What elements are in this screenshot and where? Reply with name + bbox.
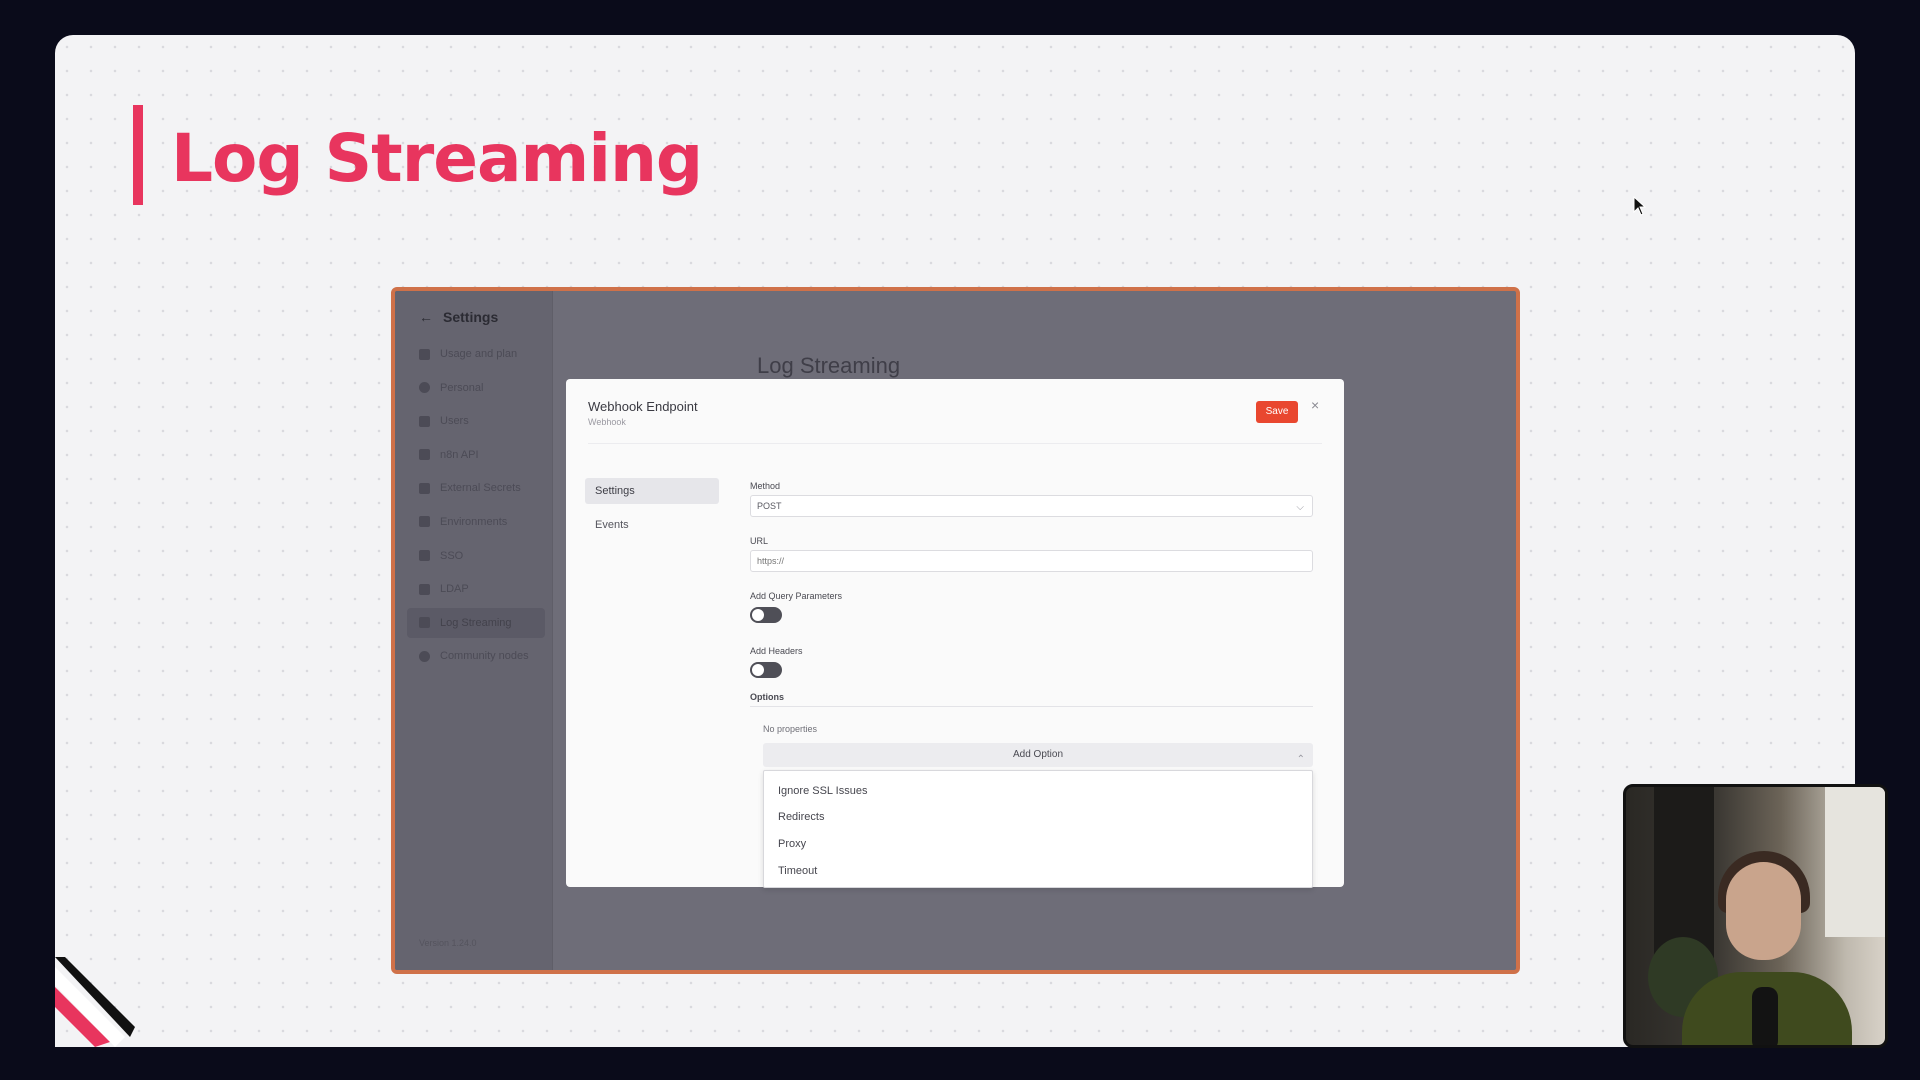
settings-back-link[interactable]: ← Settings [395, 291, 552, 325]
option-ignore-ssl-issues[interactable]: Ignore SSL Issues [778, 785, 867, 797]
query-params-label: Add Query Parameters [750, 591, 843, 601]
sidebar-item-label: Users [440, 415, 469, 428]
options-label: Options [750, 692, 784, 702]
option-timeout[interactable]: Timeout [778, 865, 817, 877]
save-button[interactable]: Save [1256, 401, 1298, 423]
sidebar-item-label: SSO [440, 549, 464, 562]
network-icon [419, 583, 430, 595]
sidebar-item-label: Personal [440, 381, 484, 394]
close-icon[interactable]: × [1311, 397, 1319, 413]
method-select[interactable]: POST ⌵ [750, 495, 1313, 517]
method-label: Method [750, 481, 781, 491]
add-option-label: Add Option [1012, 749, 1064, 760]
brand-logo-icon [55, 957, 135, 1047]
headers-toggle[interactable] [750, 662, 782, 678]
headers-label: Add Headers [750, 646, 803, 656]
sidebar-item-label: LDAP [440, 583, 469, 596]
option-proxy[interactable]: Proxy [778, 838, 806, 850]
plug-icon [419, 449, 430, 461]
settings-back-label: Settings [443, 309, 499, 325]
mouse-cursor-icon [1633, 196, 1647, 216]
sidebar-item-users[interactable]: Users [407, 406, 545, 436]
sidebar-item-community-nodes[interactable]: Community nodes [407, 641, 545, 671]
presenter-webcam [1623, 784, 1888, 1048]
sidebar-nav: Usage and plan Personal Users n8n API Ex… [395, 325, 552, 671]
sidebar-item-personal[interactable]: Personal [407, 373, 545, 403]
url-label: URL [750, 536, 769, 546]
webcam-background-window [1825, 787, 1885, 937]
globe-icon [419, 650, 430, 662]
add-option-dropdown: Ignore SSL Issues Redirects Proxy Timeou… [763, 770, 1313, 888]
sidebar-item-environments[interactable]: Environments [407, 507, 545, 537]
sidebar-item-label: Usage and plan [440, 348, 518, 360]
sidebar-item-log-streaming[interactable]: Log Streaming [407, 607, 545, 638]
chevron-up-icon: ⌃ [1296, 754, 1305, 765]
sidebar-item-usage-and-plan[interactable]: Usage and plan [407, 339, 545, 369]
presenter-face [1726, 862, 1801, 960]
stream-icon [419, 617, 430, 629]
sidebar-item-external-secrets[interactable]: External Secrets [407, 473, 545, 503]
page-title: Log Streaming [757, 353, 901, 378]
chart-icon [419, 348, 430, 360]
sidebar-item-sso[interactable]: SSO [407, 541, 545, 571]
back-arrow-icon: ← [419, 309, 433, 325]
query-params-toggle[interactable] [750, 607, 782, 623]
chevron-down-icon: ⌵ [1296, 502, 1304, 513]
title-accent-bar [133, 105, 143, 205]
app-version: Version 1.24.0 [419, 938, 477, 948]
tab-events[interactable]: Events [585, 512, 719, 538]
branch-icon [419, 516, 430, 528]
sidebar-item-label: Community nodes [440, 650, 529, 663]
add-option-select[interactable]: Add Option ⌃ [763, 743, 1313, 767]
modal-title: Webhook Endpoint [588, 399, 698, 414]
sidebar-item-label: Environments [440, 515, 508, 528]
sidebar-item-label: External Secrets [440, 482, 521, 495]
sidebar-item-n8n-api[interactable]: n8n API [407, 440, 545, 470]
url-input[interactable] [750, 550, 1313, 572]
slide-title: Log Streaming [171, 120, 703, 197]
vault-icon [419, 482, 430, 494]
sidebar-item-ldap[interactable]: LDAP [407, 574, 545, 604]
settings-sidebar: ← Settings Usage and plan Personal Users… [395, 291, 553, 970]
option-redirects[interactable]: Redirects [778, 811, 824, 823]
tab-settings[interactable]: Settings [585, 478, 719, 504]
users-icon [419, 415, 430, 427]
sidebar-item-label: Log Streaming [440, 616, 512, 629]
microphone-icon [1752, 987, 1778, 1045]
modal-header-divider [588, 443, 1322, 444]
modal-subtitle: Webhook [588, 417, 626, 427]
sso-icon [419, 550, 430, 562]
sidebar-item-label: n8n API [440, 448, 479, 461]
no-properties-text: No properties [763, 724, 818, 734]
person-icon [419, 382, 430, 394]
method-value: POST [757, 501, 782, 511]
options-divider [750, 706, 1313, 707]
